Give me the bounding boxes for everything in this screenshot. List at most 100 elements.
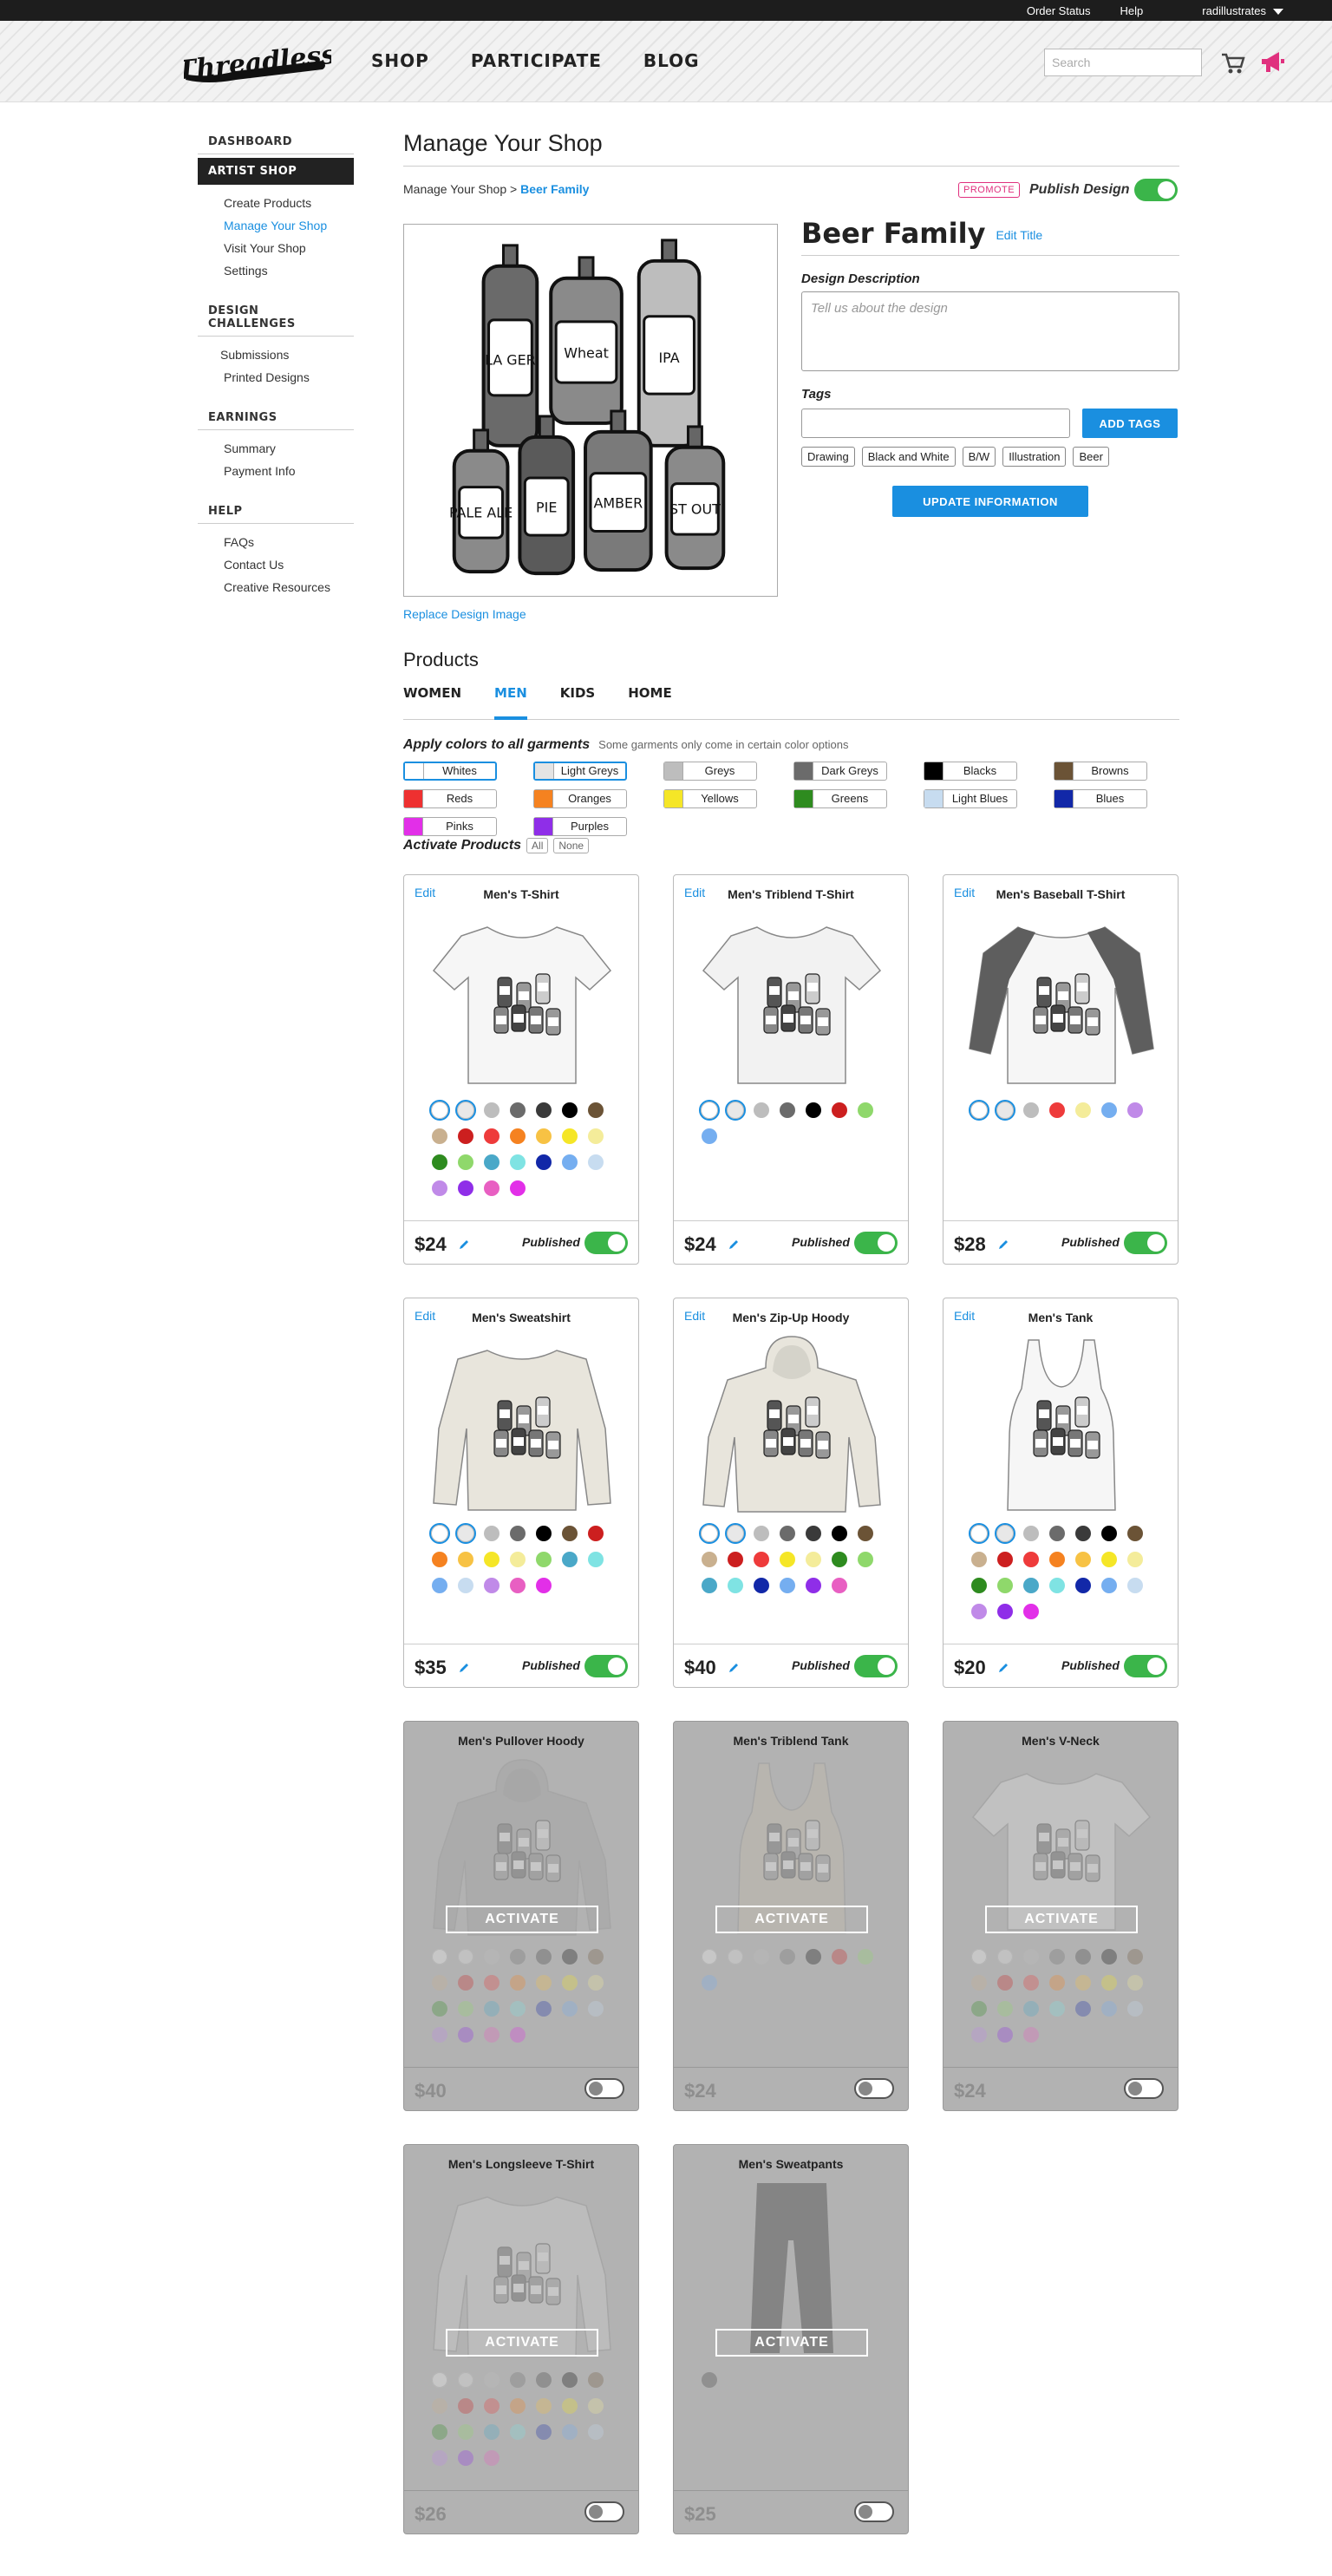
color-swatch[interactable] xyxy=(510,2001,526,2017)
tab-home[interactable]: HOME xyxy=(628,682,671,720)
color-swatch[interactable] xyxy=(510,1526,526,1541)
color-swatch[interactable] xyxy=(1101,1975,1117,1991)
pencil-icon[interactable] xyxy=(997,1662,1009,1674)
color-swatch[interactable] xyxy=(971,1975,987,1991)
color-filter-purples[interactable]: Purples xyxy=(533,817,627,836)
color-swatch[interactable] xyxy=(484,2372,500,2388)
color-swatch[interactable] xyxy=(458,1128,473,1144)
color-swatch[interactable] xyxy=(832,1552,847,1567)
color-filter-light-blues[interactable]: Light Blues xyxy=(924,789,1017,808)
update-information-button[interactable]: UPDATE INFORMATION xyxy=(892,486,1088,517)
color-swatch[interactable] xyxy=(484,1180,500,1196)
color-swatch[interactable] xyxy=(725,1100,746,1121)
color-swatch[interactable] xyxy=(997,1604,1013,1619)
color-swatch[interactable] xyxy=(458,2027,473,2043)
color-swatch[interactable] xyxy=(455,1100,476,1121)
pencil-icon[interactable] xyxy=(997,1239,1009,1251)
sidebar-earnings[interactable]: EARNINGS xyxy=(198,406,354,430)
color-swatch[interactable] xyxy=(1023,1604,1039,1619)
color-swatch[interactable] xyxy=(510,2027,526,2043)
color-swatch[interactable] xyxy=(588,2372,604,2388)
color-swatch[interactable] xyxy=(484,2027,500,2043)
color-swatch[interactable] xyxy=(1049,1975,1065,1991)
color-swatch[interactable] xyxy=(997,1975,1013,1991)
color-swatch[interactable] xyxy=(995,1523,1015,1544)
color-swatch[interactable] xyxy=(832,1526,847,1541)
color-swatch[interactable] xyxy=(432,1154,447,1170)
color-swatch[interactable] xyxy=(562,1128,578,1144)
sidebar-item-manage-shop[interactable]: Manage Your Shop xyxy=(198,214,354,237)
color-swatch[interactable] xyxy=(858,1949,873,1965)
color-swatch[interactable] xyxy=(432,2372,447,2388)
color-swatch[interactable] xyxy=(725,1523,746,1544)
color-filter-oranges[interactable]: Oranges xyxy=(533,789,627,808)
sidebar-item-settings[interactable]: Settings xyxy=(198,259,354,282)
color-swatch[interactable] xyxy=(1127,1526,1143,1541)
color-swatch[interactable] xyxy=(699,1100,720,1121)
color-swatch[interactable] xyxy=(536,1949,552,1965)
color-swatch[interactable] xyxy=(1127,1102,1143,1118)
color-swatch[interactable] xyxy=(432,2001,447,2017)
color-swatch[interactable] xyxy=(510,1102,526,1118)
color-filter-reds[interactable]: Reds xyxy=(403,789,497,808)
replace-design-image-link[interactable]: Replace Design Image xyxy=(403,607,526,621)
tags-input[interactable] xyxy=(801,409,1070,438)
color-swatch[interactable] xyxy=(588,1102,604,1118)
color-swatch[interactable] xyxy=(1101,1526,1117,1541)
color-swatch[interactable] xyxy=(1023,1526,1039,1541)
color-swatch[interactable] xyxy=(458,2450,473,2466)
color-swatch[interactable] xyxy=(432,2398,447,2414)
color-filter-light-greys[interactable]: Light Greys xyxy=(533,762,627,781)
color-swatch[interactable] xyxy=(754,1102,769,1118)
publish-toggle[interactable] xyxy=(1124,1232,1167,1254)
threadless-logo[interactable]: Threadless xyxy=(184,40,331,87)
product-card-mens-t-shirt[interactable]: Edit Men's T-Shirt $24 Published xyxy=(403,874,639,1265)
color-swatch[interactable] xyxy=(728,1578,743,1593)
color-swatch[interactable] xyxy=(588,1949,604,1965)
color-swatch[interactable] xyxy=(562,1975,578,1991)
color-swatch[interactable] xyxy=(806,1552,821,1567)
product-card-mens-triblend-tank[interactable]: Men's Triblend Tank ACTIVATE $24 xyxy=(673,1721,909,2111)
tab-women[interactable]: WOMEN xyxy=(403,682,461,720)
sidebar-item-payment-info[interactable]: Payment Info xyxy=(198,460,354,482)
help-link[interactable]: Help xyxy=(1120,4,1144,17)
tag-bw[interactable]: B/W xyxy=(962,447,996,467)
color-swatch[interactable] xyxy=(971,1552,987,1567)
nav-shop[interactable]: SHOP xyxy=(371,50,429,71)
color-swatch[interactable] xyxy=(536,1552,552,1567)
color-swatch[interactable] xyxy=(510,2424,526,2440)
color-swatch[interactable] xyxy=(510,2372,526,2388)
publish-design-toggle[interactable] xyxy=(1134,179,1178,201)
color-swatch[interactable] xyxy=(562,2424,578,2440)
color-swatch[interactable] xyxy=(536,1975,552,1991)
select-all-button[interactable]: All xyxy=(526,838,549,853)
color-swatch[interactable] xyxy=(754,1949,769,1965)
color-swatch[interactable] xyxy=(1101,1552,1117,1567)
color-swatch[interactable] xyxy=(780,1949,795,1965)
product-card-mens-tank[interactable]: Edit Men's Tank $20 Published xyxy=(943,1298,1179,1688)
color-filter-greys[interactable]: Greys xyxy=(663,762,757,781)
color-swatch[interactable] xyxy=(754,1526,769,1541)
color-swatch[interactable] xyxy=(971,2001,987,2017)
color-swatch[interactable] xyxy=(510,1949,526,1965)
color-swatch[interactable] xyxy=(432,1128,447,1144)
publish-toggle[interactable] xyxy=(1124,2078,1164,2099)
cart-icon[interactable] xyxy=(1221,52,1245,75)
promote-badge[interactable]: PROMOTE xyxy=(958,182,1021,198)
color-swatch[interactable] xyxy=(588,1526,604,1541)
breadcrumb-root[interactable]: Manage Your Shop xyxy=(403,182,506,196)
color-swatch[interactable] xyxy=(536,2424,552,2440)
color-swatch[interactable] xyxy=(510,1180,526,1196)
color-swatch[interactable] xyxy=(562,1102,578,1118)
product-card-mens-triblend-t-shirt[interactable]: Edit Men's Triblend T-Shirt $24 Published xyxy=(673,874,909,1265)
product-card-mens-sweatpants[interactable]: Men's Sweatpants ACTIVATE $25 xyxy=(673,2144,909,2534)
pencil-icon[interactable] xyxy=(728,1239,740,1251)
sidebar-item-faqs[interactable]: FAQs xyxy=(198,531,354,553)
color-swatch[interactable] xyxy=(458,2424,473,2440)
color-swatch[interactable] xyxy=(484,1128,500,1144)
color-swatch[interactable] xyxy=(536,1154,552,1170)
color-swatch[interactable] xyxy=(780,1552,795,1567)
color-swatch[interactable] xyxy=(1075,1526,1091,1541)
color-swatch[interactable] xyxy=(1127,2001,1143,2017)
color-swatch[interactable] xyxy=(806,1526,821,1541)
